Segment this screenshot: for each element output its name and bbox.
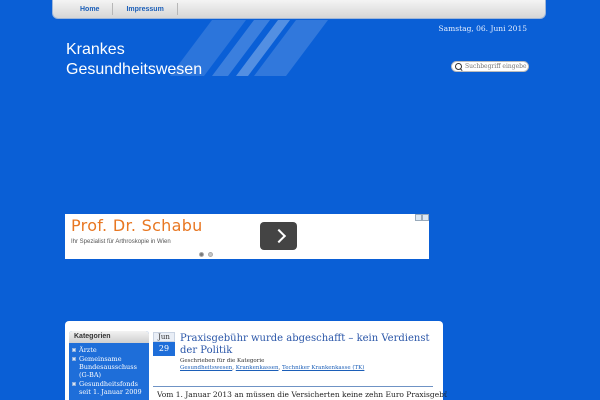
post-meta: Geschrieben für die Kategorie Gesundheit… bbox=[180, 358, 370, 372]
post-divider bbox=[153, 386, 433, 387]
ad-dot[interactable] bbox=[208, 252, 213, 257]
post-date: Jun 29 bbox=[153, 332, 175, 356]
sidebar-item-label[interactable]: Ärzte bbox=[79, 346, 97, 354]
category-sidebar: Kategorien Ärzte Gemeinsame Bundesaussch… bbox=[69, 331, 149, 400]
post-title[interactable]: Praxisgebühr wurde abgeschafft – kein Ve… bbox=[180, 333, 430, 357]
sidebar-item-gba[interactable]: Gemeinsame Bundesausschuss (G-BA) bbox=[72, 355, 147, 379]
site-title-line1: Krankes bbox=[66, 41, 125, 58]
post-month: Jun bbox=[153, 332, 175, 342]
sidebar-heading: Kategorien bbox=[69, 331, 149, 343]
top-navigation: Home Impressum bbox=[52, 0, 546, 19]
search-box[interactable] bbox=[451, 61, 531, 72]
ad-dot-active[interactable] bbox=[199, 252, 204, 257]
site-title[interactable]: Krankes Gesundheitswesen bbox=[66, 40, 202, 80]
sidebar-item-gesundheitsfonds[interactable]: Gesundheitsfonds seit 1. Januar 2009 bbox=[72, 380, 147, 396]
bullet-icon bbox=[72, 382, 76, 386]
ad-subtitle[interactable]: Ihr Spezialist für Arthroskopie in Wien bbox=[71, 239, 171, 245]
site-title-line2: Gesundheitswesen bbox=[66, 61, 203, 78]
sidebar-item-label[interactable]: Gesundheitsfonds seit 1. Januar 2009 bbox=[79, 380, 147, 396]
category-link[interactable]: Techniker Krankenkasse (TK) bbox=[282, 365, 364, 371]
nav-home-link[interactable]: Home bbox=[67, 3, 112, 16]
category-link[interactable]: Gesundheitswesen bbox=[180, 365, 232, 371]
post-excerpt: Vom 1. Januar 2013 an müssen die Versich… bbox=[157, 390, 447, 399]
nav-impressum-link[interactable]: Impressum bbox=[113, 3, 176, 16]
ad-title[interactable]: Prof. Dr. Schabu bbox=[71, 216, 203, 235]
sidebar-item-aerzte[interactable]: Ärzte bbox=[72, 346, 147, 354]
category-link[interactable]: Krankenkassen bbox=[236, 365, 279, 371]
post-meta-prefix: Geschrieben für die Kategorie bbox=[180, 358, 265, 364]
content-panel: Kategorien Ärzte Gemeinsame Bundesaussch… bbox=[65, 321, 447, 400]
search-input[interactable] bbox=[465, 63, 531, 70]
chevron-right-icon[interactable] bbox=[260, 222, 297, 250]
ad-banner[interactable]: Prof. Dr. Schabu Ihr Spezialist für Arth… bbox=[65, 214, 429, 259]
current-date: Samstag, 06. Juni 2015 bbox=[438, 24, 527, 33]
post-day: 29 bbox=[153, 342, 175, 356]
ad-choices-icon[interactable] bbox=[415, 214, 429, 221]
search-icon[interactable] bbox=[455, 62, 463, 71]
ad-pagination bbox=[199, 252, 213, 257]
bullet-icon bbox=[72, 357, 76, 361]
nav-divider bbox=[176, 3, 178, 15]
sidebar-item-label[interactable]: Gemeinsame Bundesausschuss (G-BA) bbox=[79, 355, 147, 379]
bullet-icon bbox=[72, 348, 76, 352]
